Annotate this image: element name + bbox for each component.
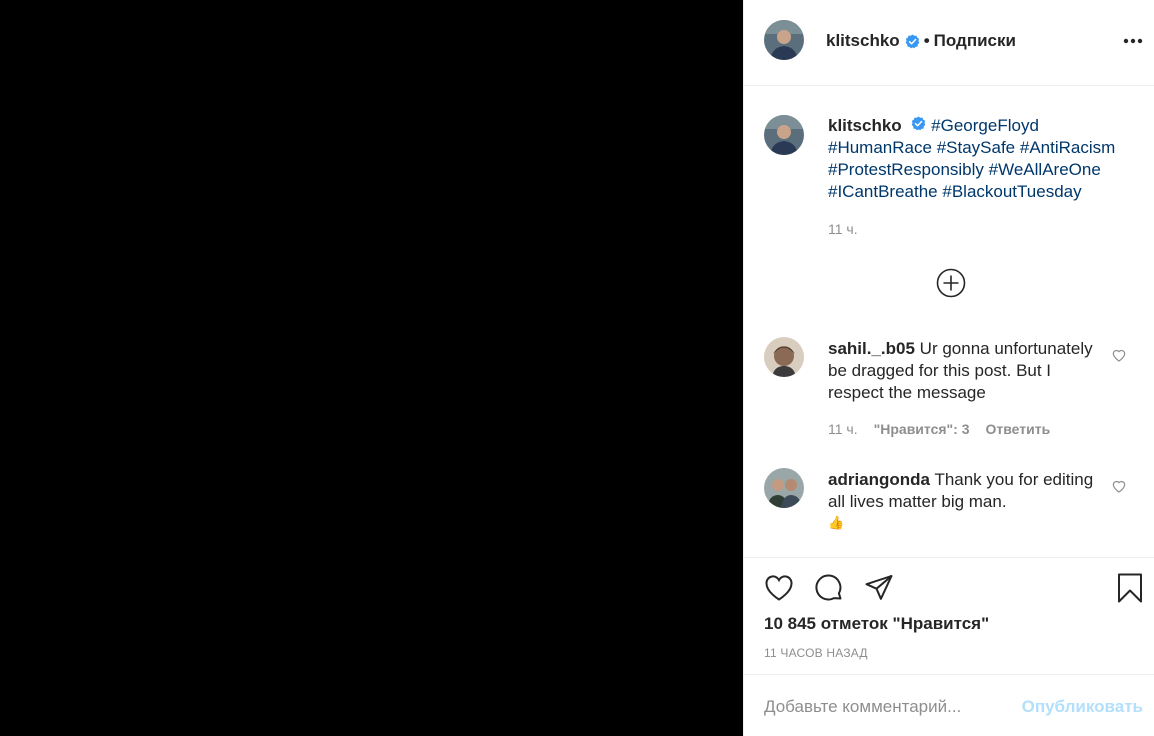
- hashtag-link[interactable]: #BlackoutTuesday: [942, 182, 1081, 201]
- verified-badge-icon: [911, 116, 926, 131]
- likes-count[interactable]: 10 845 отметок "Нравится": [764, 614, 989, 634]
- hashtag-link[interactable]: #GeorgeFloyd: [931, 116, 1039, 135]
- avatar[interactable]: [764, 115, 804, 155]
- comment-username[interactable]: adriangonda: [828, 470, 930, 489]
- reply-button[interactable]: Ответить: [986, 421, 1051, 437]
- add-comment-bar: Опубликовать: [744, 674, 1154, 736]
- avatar[interactable]: [764, 337, 804, 377]
- following-button[interactable]: Подписки: [934, 31, 1016, 51]
- hashtag-link[interactable]: #HumanRace: [828, 138, 932, 157]
- post-header: klitschko • Подписки: [744, 0, 1154, 86]
- hashtag-link[interactable]: #StaySafe: [937, 138, 1015, 157]
- post-timestamp[interactable]: 11 ЧАСОВ НАЗАД: [764, 646, 868, 660]
- thumbs-up-emoji: 👍: [828, 515, 845, 530]
- hashtag-link[interactable]: #AntiRacism: [1020, 138, 1115, 157]
- comment-username[interactable]: sahil._.b05: [828, 339, 915, 358]
- publish-button[interactable]: Опубликовать: [1022, 697, 1143, 717]
- header-separator: •: [923, 31, 930, 50]
- like-comment-heart-icon[interactable]: [1111, 347, 1127, 363]
- heart-icon[interactable]: [763, 572, 795, 604]
- comment-body: sahil._.b05 Ur gonna unfortunately be dr…: [828, 338, 1108, 404]
- comment-meta: 11 ч. "Нравится": 3 Ответить: [828, 421, 1066, 437]
- post-side-panel: klitschko • Подписки klitschko #GeorgeFl…: [743, 0, 1154, 736]
- comments-list[interactable]: klitschko #GeorgeFloyd #HumanRace #StayS…: [744, 87, 1154, 556]
- post-caption: klitschko #GeorgeFloyd #HumanRace #StayS…: [828, 115, 1128, 203]
- comment-likes-count[interactable]: "Нравится": 3: [874, 421, 970, 437]
- bookmark-icon[interactable]: [1114, 572, 1146, 604]
- post-actions: 10 845 отметок "Нравится" 11 ЧАСОВ НАЗАД: [744, 557, 1154, 674]
- comment-icon[interactable]: [813, 572, 845, 604]
- share-icon[interactable]: [863, 572, 895, 604]
- caption-timestamp[interactable]: 11 ч.: [828, 221, 858, 237]
- more-options-icon[interactable]: [1122, 38, 1144, 44]
- avatar[interactable]: [764, 468, 804, 508]
- hashtag-link[interactable]: #ProtestResponsibly: [828, 160, 984, 179]
- verified-badge-icon: [905, 33, 920, 49]
- post-author-username[interactable]: klitschko: [826, 31, 900, 51]
- post-media[interactable]: [0, 0, 743, 736]
- header-user-line: klitschko • Подписки: [826, 30, 1016, 52]
- avatar[interactable]: [764, 20, 804, 60]
- comment-timestamp[interactable]: 11 ч.: [828, 421, 858, 437]
- load-more-comments-icon[interactable]: [936, 268, 966, 298]
- hashtag-link[interactable]: #ICantBreathe: [828, 182, 938, 201]
- caption-username[interactable]: klitschko: [828, 116, 902, 135]
- like-comment-heart-icon[interactable]: [1111, 478, 1127, 494]
- comment-input[interactable]: [764, 695, 1014, 719]
- comment-body: adriangonda Thank you for editing all li…: [828, 469, 1108, 513]
- hashtag-link[interactable]: #WeAllAreOne: [989, 160, 1101, 179]
